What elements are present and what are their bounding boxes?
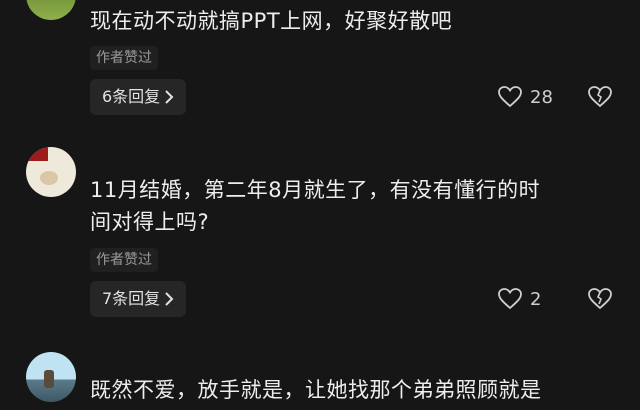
comment-text: 既然不爱，放手就是，让她找那个弟弟照顾就是: [90, 378, 542, 402]
heart-outline-icon: [498, 86, 522, 108]
avatar[interactable]: [26, 147, 76, 197]
heart-outline-icon: [498, 288, 522, 310]
replies-label: 6条回复: [102, 87, 161, 106]
dislike-button[interactable]: [588, 79, 612, 115]
like-count: 2: [530, 288, 542, 310]
comment-text: 现在动不动就搞PPT上网，好聚好散吧: [90, 9, 453, 33]
replies-label: 7条回复: [102, 289, 161, 308]
chevron-right-icon: [164, 90, 174, 104]
avatar[interactable]: [26, 352, 76, 402]
comment-text: 11月结婚，第二年8月就生了，有没有懂行的时间对得上吗?: [90, 178, 541, 234]
view-replies-button[interactable]: 6条回复: [90, 79, 187, 115]
like-button[interactable]: 2: [498, 281, 541, 317]
avatar[interactable]: [26, 0, 76, 20]
like-count: 28: [530, 86, 553, 108]
view-replies-button[interactable]: 7条回复: [90, 281, 187, 317]
author-liked-badge: 作者赞过: [90, 46, 158, 70]
like-button[interactable]: 28: [498, 79, 553, 115]
author-liked-badge: 作者赞过: [90, 248, 158, 272]
dislike-button[interactable]: [588, 281, 612, 317]
broken-heart-icon: [588, 288, 612, 310]
broken-heart-icon: [588, 86, 612, 108]
chevron-right-icon: [164, 292, 174, 306]
